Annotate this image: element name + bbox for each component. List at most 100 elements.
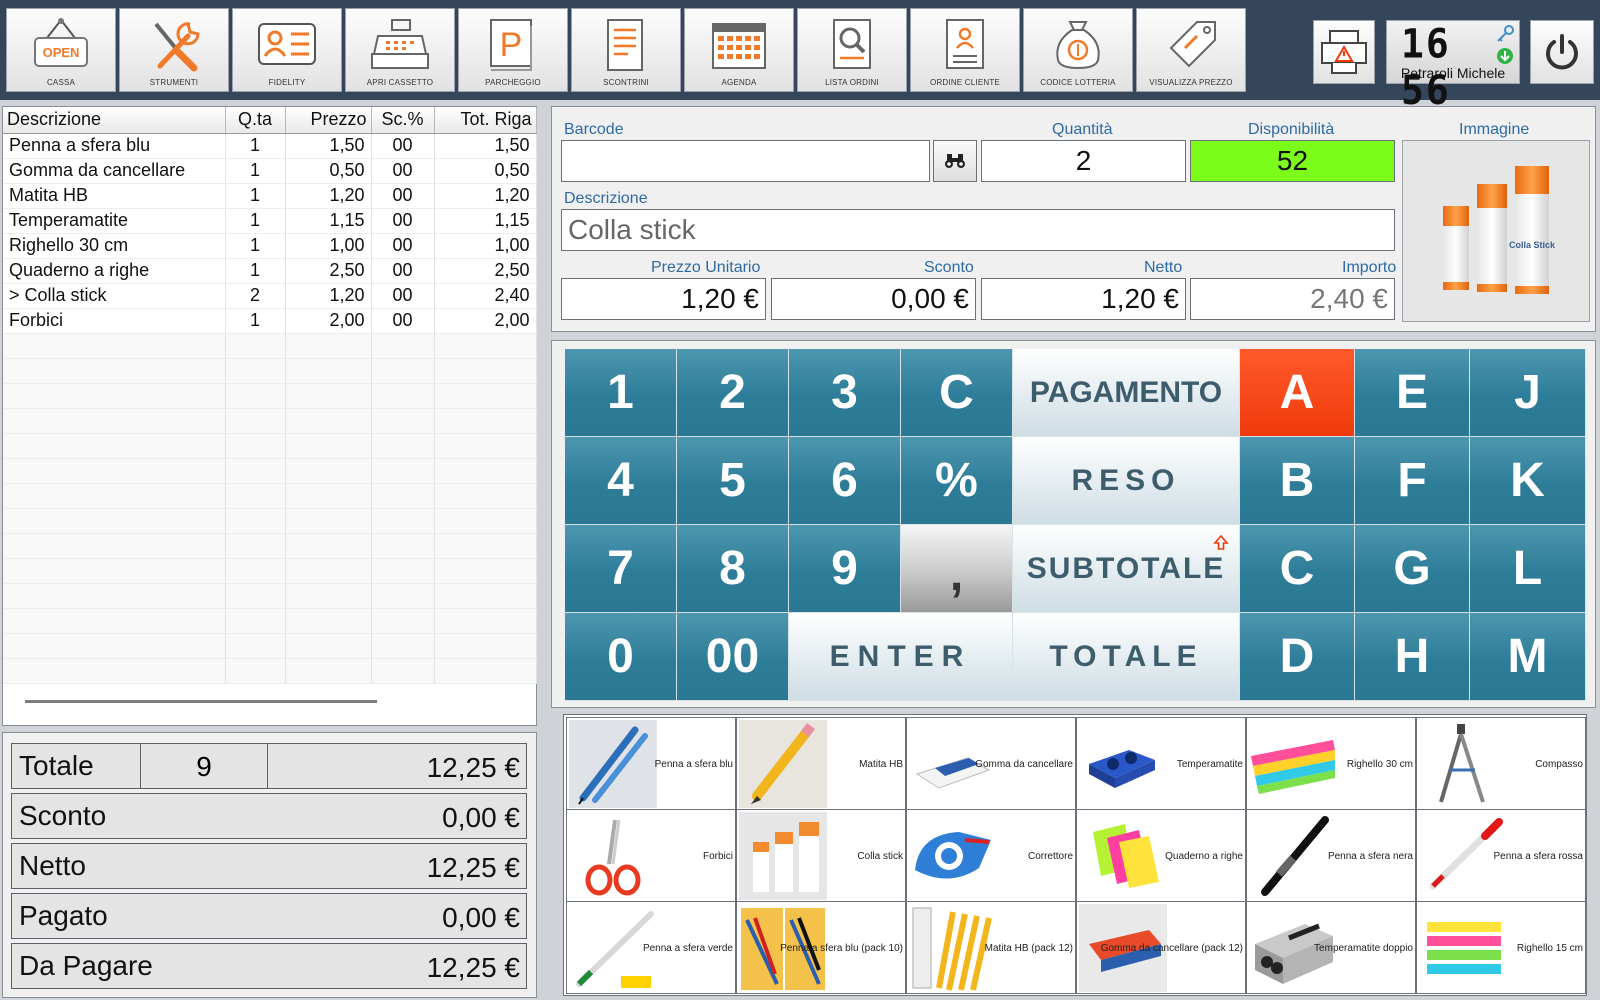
table-row[interactable]: Temperamatite 1 1,15 00 1,15 (3, 208, 537, 234)
product-tile[interactable]: Gomma da cancellare (906, 717, 1076, 810)
empty-cell (434, 533, 537, 559)
empty-cell (371, 633, 435, 659)
col-prezzo[interactable]: Prezzo (285, 107, 372, 134)
discount-field[interactable]: 0,00 € (771, 278, 976, 320)
key-5[interactable]: 5 (677, 437, 789, 525)
apri-cassetto-button[interactable]: APRI CASSETTO (345, 8, 455, 92)
key-8[interactable]: 8 (677, 525, 789, 613)
horizontal-scrollbar[interactable] (25, 700, 377, 703)
product-name: Penna a sfera verde (642, 943, 733, 954)
table-row[interactable]: Gomma da cancellare 1 0,50 00 0,50 (3, 158, 537, 184)
ordine-cliente-button[interactable]: ORDINE CLIENTE (910, 8, 1020, 92)
product-tile[interactable]: Righello 30 cm (1246, 717, 1416, 810)
key-4[interactable]: 4 (565, 437, 677, 525)
row-qty: 1 (225, 133, 286, 159)
table-row[interactable]: Quaderno a righe 1 2,50 00 2,50 (3, 258, 537, 284)
product-tile[interactable]: Penna a sfera blu (566, 717, 736, 810)
product-tile[interactable]: Matita HB (pack 12) (906, 901, 1076, 994)
key-3[interactable]: 3 (789, 349, 901, 437)
product-tile[interactable]: Correttore (906, 809, 1076, 902)
key-letter-g[interactable]: G (1355, 525, 1470, 613)
sconto-value: 0,00 € (442, 802, 520, 833)
product-tile[interactable]: Penna a sfera blu (pack 10) (736, 901, 906, 994)
reso-button[interactable]: RESO (1013, 437, 1240, 525)
product-tile[interactable]: Temperamatite doppio (1246, 901, 1416, 994)
col-quantita[interactable]: Q.ta (225, 107, 286, 134)
printer-button[interactable] (1313, 20, 1375, 84)
codice-lotteria-button[interactable]: CODICE LOTTERIA (1023, 8, 1133, 92)
fidelity-button[interactable]: FIDELITY (232, 8, 342, 92)
product-tile[interactable]: Penna a sfera rossa (1416, 809, 1586, 902)
subtotale-button[interactable]: SUBTOTALE (1013, 525, 1240, 613)
row-discount: 00 (371, 183, 435, 209)
key-clear[interactable]: C (901, 349, 1013, 437)
unit-price-label: Prezzo Unitario (651, 259, 761, 276)
table-row-selected[interactable]: > Colla stick 2 1,20 00 2,40 (3, 283, 537, 309)
table-row[interactable]: Matita HB 1 1,20 00 1,20 (3, 183, 537, 209)
product-tile[interactable]: Temperamatite (1076, 717, 1246, 810)
product-tile[interactable]: Gomma da cancellare (pack 12) (1076, 901, 1246, 994)
product-tile[interactable]: Righello 15 cm (1416, 901, 1586, 994)
col-tot-riga[interactable]: Tot. Riga (434, 107, 537, 134)
svg-text:P: P (500, 26, 523, 64)
col-sconto[interactable]: Sc.% (371, 107, 435, 134)
key-0[interactable]: 0 (565, 613, 677, 701)
table-row[interactable]: Forbici 1 2,00 00 2,00 (3, 308, 537, 334)
product-grid: Penna a sfera blu Matita HB Gomma da can… (563, 714, 1587, 996)
parcheggio-button[interactable]: P PARCHEGGIO (458, 8, 568, 92)
product-tile[interactable]: Matita HB (736, 717, 906, 810)
key-7[interactable]: 7 (565, 525, 677, 613)
empty-cell (285, 633, 372, 659)
scontrini-button[interactable]: SCONTRINI (571, 8, 681, 92)
pagamento-button[interactable]: PAGAMENTO (1013, 349, 1240, 437)
net-field[interactable]: 1,20 € (981, 278, 1186, 320)
product-tile[interactable]: Penna a sfera verde (566, 901, 736, 994)
product-tile[interactable]: Colla stick (736, 809, 906, 902)
lista-ordini-button[interactable]: LISTA ORDINI (797, 8, 907, 92)
product-tile[interactable]: Compasso (1416, 717, 1586, 810)
totale-button[interactable]: TOTALE (1013, 613, 1240, 701)
key-letter-e[interactable]: E (1355, 349, 1470, 437)
empty-cell (371, 383, 435, 409)
unit-price-field[interactable]: 1,20 € (561, 278, 766, 320)
cassa-button[interactable]: OPEN CASSA (6, 8, 116, 92)
key-00[interactable]: 00 (677, 613, 789, 701)
key-letter-k[interactable]: K (1470, 437, 1586, 525)
key-letter-f[interactable]: F (1355, 437, 1470, 525)
col-descrizione[interactable]: Descrizione (3, 107, 226, 134)
key-letter-j[interactable]: J (1470, 349, 1586, 437)
barcode-input[interactable] (562, 141, 929, 181)
visualizza-prezzo-button[interactable]: VISUALIZZA PREZZO (1136, 8, 1246, 92)
key-letter-c[interactable]: C (1240, 525, 1355, 613)
key-2[interactable]: 2 (677, 349, 789, 437)
strumenti-button[interactable]: STRUMENTI (119, 8, 229, 92)
agenda-button[interactable]: AGENDA (684, 8, 794, 92)
table-row[interactable]: Righello 30 cm 1 1,00 00 1,00 (3, 233, 537, 259)
quantity-field[interactable]: 2 (981, 140, 1186, 182)
key-letter-d[interactable]: D (1240, 613, 1355, 701)
key-percent[interactable]: % (901, 437, 1013, 525)
key-6[interactable]: 6 (789, 437, 901, 525)
key-1[interactable]: 1 (565, 349, 677, 437)
key-letter-h[interactable]: H (1355, 613, 1470, 701)
product-tile[interactable]: Forbici (566, 809, 736, 902)
empty-cell (434, 358, 537, 384)
key-letter-a[interactable]: A (1240, 349, 1355, 437)
key-letter-l[interactable]: L (1470, 525, 1586, 613)
product-tile[interactable]: Penna a sfera nera (1246, 809, 1416, 902)
key-9[interactable]: 9 (789, 525, 901, 613)
sconto-row: Sconto 0,00 € (11, 793, 527, 839)
barcode-field[interactable] (561, 140, 930, 182)
table-row[interactable]: Penna a sfera blu 1 1,50 00 1,50 (3, 133, 537, 159)
empty-cell (3, 633, 226, 659)
key-comma[interactable]: , (901, 525, 1013, 613)
empty-row (3, 333, 537, 359)
description-field[interactable]: Colla stick (561, 209, 1395, 251)
enter-button[interactable]: ENTER (789, 613, 1013, 701)
calendar-icon (712, 23, 766, 69)
product-tile[interactable]: Quaderno a righe (1076, 809, 1246, 902)
power-button[interactable] (1530, 20, 1594, 84)
key-letter-b[interactable]: B (1240, 437, 1355, 525)
key-letter-m[interactable]: M (1470, 613, 1586, 701)
barcode-search-button[interactable] (933, 140, 977, 182)
